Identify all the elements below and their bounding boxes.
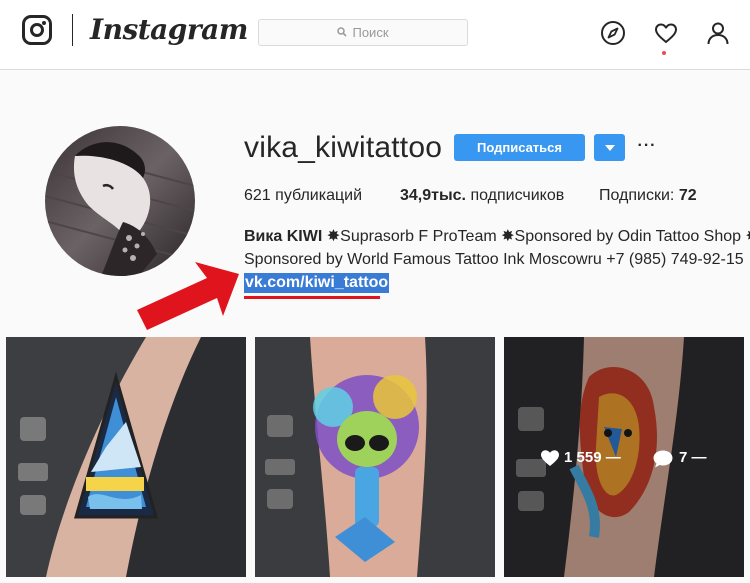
likes-heart-icon [540,449,560,472]
comments-count: 7 — [679,449,707,466]
heart-icon[interactable] [653,20,679,46]
following-count-label: Подписки: [599,187,675,204]
instagram-glyph-icon[interactable] [22,15,52,45]
posts-count-label: публикаций [275,187,363,204]
annotation-arrow-icon [135,260,240,337]
logo-divider [72,14,73,46]
notification-dot [662,51,666,55]
compass-icon[interactable] [600,20,626,46]
likes-count: 1 559 — [564,449,621,466]
posts-count-value: 621 [244,187,271,204]
following-count[interactable]: Подписки: 72 [599,186,697,206]
followers-count[interactable]: 34,9тыс. подписчиков [400,186,564,206]
instagram-wordmark[interactable]: Instagram [90,12,248,48]
more-options-button[interactable]: ··· [635,132,659,159]
top-navigation-bar: Instagram Поиск [0,0,750,70]
search-placeholder: Поиск [352,25,389,40]
profile-avatar[interactable] [45,126,195,276]
chevron-down-icon [605,145,615,151]
profile-username: vika_kiwitattoo [244,131,443,164]
bio-line-1: Вика KIWI ✸Suprasorb F ProTeam ✸Sponsore… [244,226,750,248]
user-icon[interactable] [705,20,731,46]
follow-button[interactable]: Подписаться [454,134,585,161]
bio-line-2: Sponsored by World Famous Tattoo Ink Mos… [244,251,744,268]
search-icon [337,22,348,47]
post-thumbnail-hovered[interactable]: 1 559 — 7 — [504,337,744,577]
search-input[interactable]: Поиск [258,19,468,46]
suggestions-dropdown-button[interactable] [594,134,625,161]
bio-link[interactable]: vk.com/kiwi_tattoo [244,273,390,293]
following-count-value: 72 [678,187,697,204]
followers-count-label: подписчиков [470,187,565,204]
comments-bubble-icon [652,449,674,474]
bio-text-1: ✸Suprasorb F ProTeam ✸Sponsored by Odin … [326,228,750,245]
post-thumbnail[interactable] [6,337,246,577]
followers-count-value: 34,9тыс. [400,187,466,204]
annotation-underline [244,296,380,299]
posts-count: 621 публикаций [244,186,362,206]
post-image [255,337,495,577]
post-image [6,337,246,577]
bio-display-name: Вика KIWI [244,228,323,245]
post-thumbnail[interactable] [255,337,495,577]
